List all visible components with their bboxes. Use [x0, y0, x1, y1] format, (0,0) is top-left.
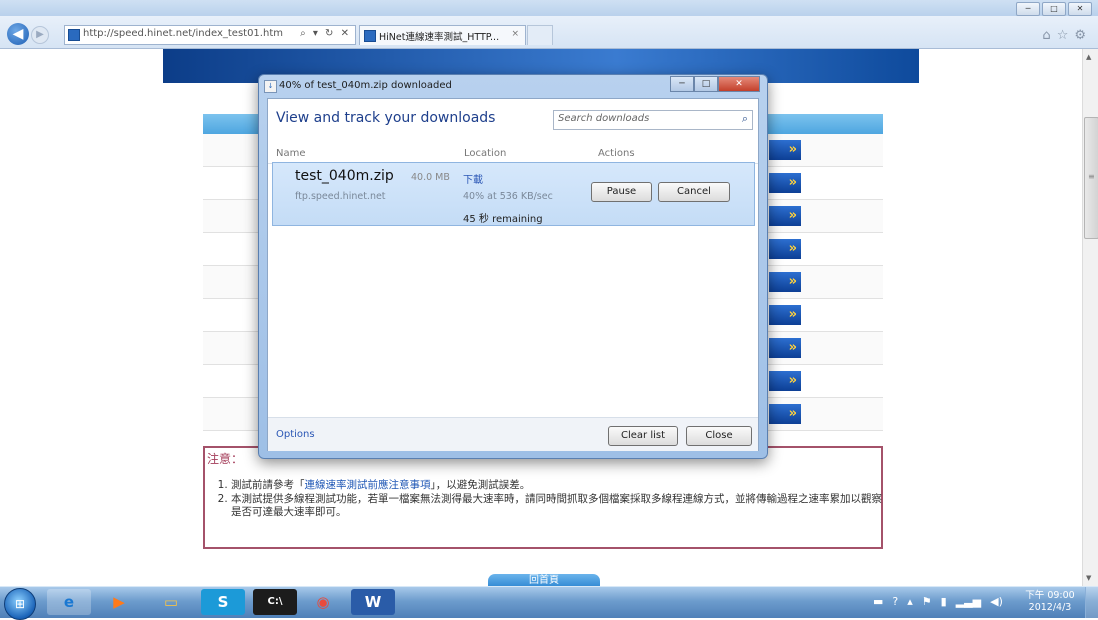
download-arrow-button[interactable]: »	[769, 338, 801, 358]
tab-close-icon[interactable]: ×	[511, 29, 519, 39]
search-icon[interactable]: ⌕	[742, 112, 748, 126]
dialog-window-controls: ─ □ ✕	[670, 76, 760, 92]
system-tray: ▬ ? ▴ ⚑ ▮ ▂▃▅ ◀)	[873, 595, 1003, 608]
download-arrow-button[interactable]: »	[769, 371, 801, 391]
notice-link[interactable]: 連線速率測試前應注意事項	[305, 479, 431, 491]
download-arrow-button[interactable]: »	[769, 272, 801, 292]
flag-icon[interactable]: ⚑	[922, 595, 932, 608]
file-location-link[interactable]: 下載	[463, 171, 483, 186]
download-arrow-button[interactable]: »	[769, 173, 801, 193]
download-arrow-button[interactable]: »	[769, 305, 801, 325]
maximize-window-button[interactable]: □	[1042, 2, 1066, 16]
download-arrow-button[interactable]: »	[769, 239, 801, 259]
show-desktop-button[interactable]	[1085, 587, 1098, 618]
file-size: 40.0 MB	[411, 172, 450, 183]
dialog-body: View and track your downloads Search dow…	[267, 98, 759, 451]
download-arrow-button[interactable]: »	[769, 404, 801, 424]
notice-text: 」，以避免測試誤差。	[430, 479, 531, 491]
folder-icon[interactable]: ▭	[149, 589, 193, 615]
chrome-icon[interactable]: ◉	[301, 589, 345, 615]
column-location[interactable]: Location	[464, 148, 506, 159]
notice-item: 測試前請參考「連線速率測試前應注意事項」，以避免測試誤差。	[231, 479, 891, 492]
tab-favicon-icon	[364, 30, 376, 42]
dialog-title: 40% of test_040m.zip downloaded	[279, 80, 452, 91]
cancel-button[interactable]: Cancel	[658, 182, 730, 202]
clock-date: 2012/4/3	[1028, 602, 1072, 613]
download-arrow-button[interactable]: »	[769, 140, 801, 160]
column-actions: Actions	[598, 148, 635, 159]
clock-time: 下午 09:00	[1025, 590, 1075, 601]
file-name[interactable]: test_040m.zip	[295, 168, 394, 184]
home-button[interactable]: 回首頁	[488, 574, 600, 586]
url-controls[interactable]: ⌕ ▾ ↻ ✕	[300, 28, 351, 39]
dialog-minimize-button[interactable]: ─	[670, 76, 694, 92]
browser-tab[interactable]: HiNet連線速率測試_HTTP... ×	[359, 25, 526, 45]
download-progress-text: 40% at 536 KB/sec	[463, 191, 553, 202]
search-placeholder: Search downloads	[558, 113, 650, 124]
start-button[interactable]: ⊞	[4, 588, 36, 620]
volume-icon[interactable]: ◀)	[990, 595, 1003, 608]
download-icon: ↓	[264, 80, 277, 93]
taskbar-clock[interactable]: 下午 09:00 2012/4/3	[1025, 590, 1075, 614]
options-link[interactable]: Options	[276, 429, 315, 440]
new-tab-button[interactable]	[527, 25, 553, 45]
column-headers: Name Location Actions	[268, 143, 758, 164]
browser-titlebar: ─ □ ✕	[0, 0, 1098, 16]
media-player-icon[interactable]: ▶	[97, 589, 141, 615]
close-window-button[interactable]: ✕	[1068, 2, 1092, 16]
download-item[interactable]: test_040m.zip 40.0 MB ftp.speed.hinet.ne…	[272, 162, 755, 226]
windows-taskbar: ⊞ e ▶ ▭ S C:\ ◉ W ▬ ? ▴ ⚑ ▮ ▂▃▅ ◀) 下午 09…	[0, 586, 1098, 620]
battery-icon[interactable]: ▮	[941, 595, 947, 608]
skype-icon[interactable]: S	[201, 589, 245, 615]
minimize-window-button[interactable]: ─	[1016, 2, 1040, 16]
toolbar-icons: ⌂ ☆ ⚙	[1042, 28, 1086, 43]
scroll-thumb[interactable]: ≡	[1084, 117, 1098, 239]
scroll-up-icon[interactable]: ▲	[1086, 53, 1091, 61]
notice-list: 測試前請參考「連線速率測試前應注意事項」，以避免測試誤差。 本測試提供多線程測試…	[213, 479, 891, 520]
favorites-icon[interactable]: ☆	[1057, 28, 1069, 43]
scroll-down-icon[interactable]: ▼	[1086, 574, 1091, 582]
url-text[interactable]: http://speed.hinet.net/index_test01.htm	[83, 28, 283, 39]
page-scrollbar[interactable]: ▲ ≡ ▼	[1082, 49, 1098, 586]
dialog-close-button[interactable]: ✕	[718, 76, 760, 92]
help-icon[interactable]: ?	[892, 595, 898, 608]
dialog-maximize-button[interactable]: □	[694, 76, 718, 92]
notice-item: 本測試提供多線程測試功能，若單一檔案無法測得最大速率時，請同時間抓取多個檔案採取…	[231, 493, 891, 519]
notice-title: 注意：	[207, 452, 244, 466]
gear-icon[interactable]: ⚙	[1074, 28, 1086, 43]
show-hidden-icons-icon[interactable]: ▴	[907, 595, 913, 608]
home-icon[interactable]: ⌂	[1042, 28, 1050, 43]
notice-box: 注意： 測試前請參考「連線速率測試前應注意事項」，以避免測試誤差。 本測試提供多…	[203, 446, 883, 549]
dialog-footer: Options Clear list Close	[268, 417, 758, 451]
browser-navbar: ◀ ▶ http://speed.hinet.net/index_test01.…	[0, 16, 1098, 49]
grip-icon: ≡	[1088, 172, 1095, 181]
keyboard-icon[interactable]: ▬	[873, 595, 883, 608]
forward-button[interactable]: ▶	[31, 26, 49, 44]
signal-icon[interactable]: ▂▃▅	[956, 595, 981, 608]
download-manager-dialog: ↓ 40% of test_040m.zip downloaded ─ □ ✕ …	[258, 74, 768, 459]
back-button[interactable]: ◀	[7, 23, 29, 45]
file-source: ftp.speed.hinet.net	[295, 191, 386, 202]
notice-text: 測試前請參考「	[231, 479, 305, 491]
address-bar[interactable]: http://speed.hinet.net/index_test01.htm …	[64, 25, 356, 45]
clear-list-button[interactable]: Clear list	[608, 426, 678, 446]
dialog-heading: View and track your downloads	[276, 110, 496, 126]
download-arrow-button[interactable]: »	[769, 206, 801, 226]
pause-button[interactable]: Pause	[591, 182, 652, 202]
command-prompt-icon[interactable]: C:\	[253, 589, 297, 615]
internet-explorer-icon[interactable]: e	[47, 589, 91, 615]
site-favicon-icon	[68, 29, 80, 41]
search-downloads-input[interactable]: Search downloads ⌕	[553, 110, 753, 130]
notice-text: 本測試提供多線程測試功能，若單一檔案無法測得最大速率時，請同時間抓取多個檔案採取…	[231, 493, 882, 518]
close-button[interactable]: Close	[686, 426, 752, 446]
word-icon[interactable]: W	[351, 589, 395, 615]
tab-title: HiNet連線速率測試_HTTP...	[379, 32, 500, 43]
column-name[interactable]: Name	[276, 148, 306, 159]
time-remaining: 45 秒 remaining	[463, 214, 543, 225]
window-controls: ─ □ ✕	[1016, 2, 1092, 16]
